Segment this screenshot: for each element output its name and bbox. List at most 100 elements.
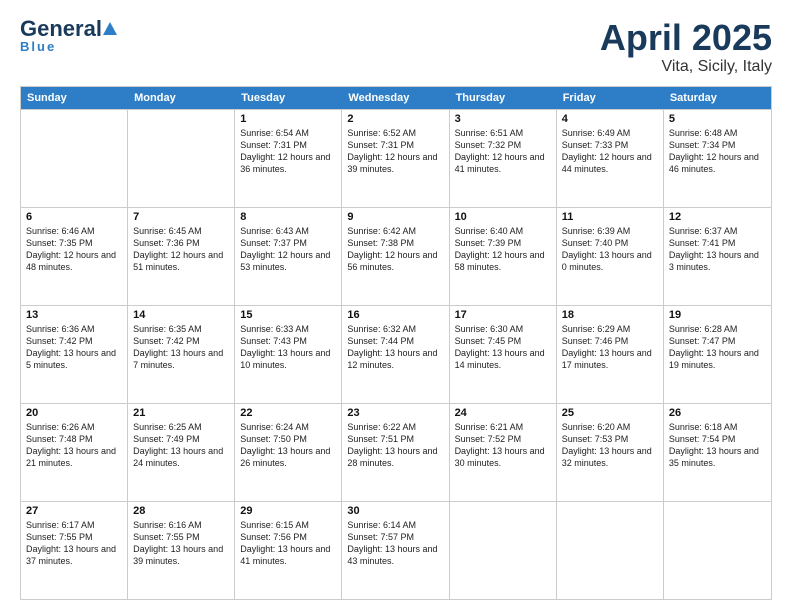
cal-cell: 29 Sunrise: 6:15 AM Sunset: 7:56 PM Dayli… (235, 502, 342, 599)
header-day-tuesday: Tuesday (235, 87, 342, 109)
cal-cell: 23Sunrise: 6:22 AM Sunset: 7:51 PM Dayli… (342, 404, 449, 501)
day-number: 29 (240, 505, 336, 517)
cal-cell: 17Sunrise: 6:30 AM Sunset: 7:45 PM Dayli… (450, 306, 557, 403)
cal-cell: 9Sunrise: 6:42 AM Sunset: 7:38 PM Daylig… (342, 208, 449, 305)
day-info: Sunrise: 6:37 AM Sunset: 7:41 PM Dayligh… (669, 225, 766, 274)
week-row-2: 13Sunrise: 6:36 AM Sunset: 7:42 PM Dayli… (21, 305, 771, 403)
cal-cell: 8 Sunrise: 6:43 AM Sunset: 7:37 PM Daylig… (235, 208, 342, 305)
day-info: Sunrise: 6:25 AM Sunset: 7:49 PM Dayligh… (133, 421, 229, 470)
day-info: Sunrise: 6:26 AM Sunset: 7:48 PM Dayligh… (26, 421, 122, 470)
cal-cell: 27 Sunrise: 6:17 AM Sunset: 7:55 PM Dayli… (21, 502, 128, 599)
day-info: Sunrise: 6:52 AM Sunset: 7:31 PM Dayligh… (347, 127, 443, 176)
day-number: 10 (455, 211, 551, 223)
week-row-4: 27 Sunrise: 6:17 AM Sunset: 7:55 PM Dayli… (21, 501, 771, 599)
cal-cell: 24 Sunrise: 6:21 AM Sunset: 7:52 PM Dayli… (450, 404, 557, 501)
day-info: Sunrise: 6:49 AM Sunset: 7:33 PM Dayligh… (562, 127, 658, 176)
calendar: SundayMondayTuesdayWednesdayThursdayFrid… (20, 86, 772, 600)
cal-cell: 26Sunrise: 6:18 AM Sunset: 7:54 PM Dayli… (664, 404, 771, 501)
day-number: 25 (562, 407, 658, 419)
cal-cell: 30Sunrise: 6:14 AM Sunset: 7:57 PM Dayli… (342, 502, 449, 599)
day-number: 24 (455, 407, 551, 419)
day-number: 7 (133, 211, 229, 223)
logo: General Blue (20, 18, 118, 53)
cal-cell: 1Sunrise: 6:54 AM Sunset: 7:31 PM Daylig… (235, 110, 342, 207)
day-info: Sunrise: 6:21 AM Sunset: 7:52 PM Dayligh… (455, 421, 551, 470)
day-info: Sunrise: 6:17 AM Sunset: 7:55 PM Dayligh… (26, 519, 122, 568)
cal-cell: 21 Sunrise: 6:25 AM Sunset: 7:49 PM Dayli… (128, 404, 235, 501)
location: Vita, Sicily, Italy (600, 58, 772, 76)
day-number: 27 (26, 505, 122, 517)
day-info: Sunrise: 6:40 AM Sunset: 7:39 PM Dayligh… (455, 225, 551, 274)
cal-cell (664, 502, 771, 599)
cal-cell: 28 Sunrise: 6:16 AM Sunset: 7:55 PM Dayli… (128, 502, 235, 599)
calendar-header: SundayMondayTuesdayWednesdayThursdayFrid… (21, 87, 771, 109)
logo-blue: Blue (20, 40, 118, 53)
day-number: 11 (562, 211, 658, 223)
day-number: 20 (26, 407, 122, 419)
cal-cell: 3 Sunrise: 6:51 AM Sunset: 7:32 PM Daylig… (450, 110, 557, 207)
day-number: 13 (26, 309, 122, 321)
cal-cell: 22Sunrise: 6:24 AM Sunset: 7:50 PM Dayli… (235, 404, 342, 501)
header-day-thursday: Thursday (450, 87, 557, 109)
title-block: April 2025 Vita, Sicily, Italy (600, 18, 772, 76)
header-day-friday: Friday (557, 87, 664, 109)
day-number: 17 (455, 309, 551, 321)
day-info: Sunrise: 6:32 AM Sunset: 7:44 PM Dayligh… (347, 323, 443, 372)
cal-cell (21, 110, 128, 207)
header-day-monday: Monday (128, 87, 235, 109)
header-day-sunday: Sunday (21, 87, 128, 109)
day-number: 23 (347, 407, 443, 419)
cal-cell: 12 Sunrise: 6:37 AM Sunset: 7:41 PM Dayli… (664, 208, 771, 305)
day-number: 28 (133, 505, 229, 517)
cal-cell: 15 Sunrise: 6:33 AM Sunset: 7:43 PM Dayli… (235, 306, 342, 403)
day-info: Sunrise: 6:28 AM Sunset: 7:47 PM Dayligh… (669, 323, 766, 372)
month-year: April 2025 (600, 18, 772, 58)
day-info: Sunrise: 6:43 AM Sunset: 7:37 PM Dayligh… (240, 225, 336, 274)
day-info: Sunrise: 6:16 AM Sunset: 7:55 PM Dayligh… (133, 519, 229, 568)
cal-cell: 16 Sunrise: 6:32 AM Sunset: 7:44 PM Dayli… (342, 306, 449, 403)
day-info: Sunrise: 6:24 AM Sunset: 7:50 PM Dayligh… (240, 421, 336, 470)
day-info: Sunrise: 6:39 AM Sunset: 7:40 PM Dayligh… (562, 225, 658, 274)
cal-cell: 13Sunrise: 6:36 AM Sunset: 7:42 PM Dayli… (21, 306, 128, 403)
day-info: Sunrise: 6:33 AM Sunset: 7:43 PM Dayligh… (240, 323, 336, 372)
day-info: Sunrise: 6:35 AM Sunset: 7:42 PM Dayligh… (133, 323, 229, 372)
day-number: 8 (240, 211, 336, 223)
cal-cell: 25 Sunrise: 6:20 AM Sunset: 7:53 PM Dayli… (557, 404, 664, 501)
day-number: 15 (240, 309, 336, 321)
cal-cell: 2 Sunrise: 6:52 AM Sunset: 7:31 PM Daylig… (342, 110, 449, 207)
cal-cell: 7Sunrise: 6:45 AM Sunset: 7:36 PM Daylig… (128, 208, 235, 305)
day-info: Sunrise: 6:54 AM Sunset: 7:31 PM Dayligh… (240, 127, 336, 176)
week-row-1: 6Sunrise: 6:46 AM Sunset: 7:35 PM Daylig… (21, 207, 771, 305)
cal-cell (128, 110, 235, 207)
day-number: 21 (133, 407, 229, 419)
page: General Blue April 2025 Vita, Sicily, It… (0, 0, 792, 612)
day-number: 16 (347, 309, 443, 321)
header-day-saturday: Saturday (664, 87, 771, 109)
day-number: 19 (669, 309, 766, 321)
day-number: 12 (669, 211, 766, 223)
day-info: Sunrise: 6:51 AM Sunset: 7:32 PM Dayligh… (455, 127, 551, 176)
cal-cell: 14Sunrise: 6:35 AM Sunset: 7:42 PM Dayli… (128, 306, 235, 403)
cal-cell: 4 Sunrise: 6:49 AM Sunset: 7:33 PM Daylig… (557, 110, 664, 207)
day-number: 26 (669, 407, 766, 419)
day-number: 4 (562, 113, 658, 125)
day-info: Sunrise: 6:29 AM Sunset: 7:46 PM Dayligh… (562, 323, 658, 372)
cal-cell: 18Sunrise: 6:29 AM Sunset: 7:46 PM Dayli… (557, 306, 664, 403)
cal-cell: 6Sunrise: 6:46 AM Sunset: 7:35 PM Daylig… (21, 208, 128, 305)
day-number: 5 (669, 113, 766, 125)
logo-general: General (20, 16, 102, 41)
week-row-3: 20 Sunrise: 6:26 AM Sunset: 7:48 PM Dayli… (21, 403, 771, 501)
day-info: Sunrise: 6:46 AM Sunset: 7:35 PM Dayligh… (26, 225, 122, 274)
header-day-wednesday: Wednesday (342, 87, 449, 109)
cal-cell: 5 Sunrise: 6:48 AM Sunset: 7:34 PM Daylig… (664, 110, 771, 207)
day-number: 3 (455, 113, 551, 125)
day-info: Sunrise: 6:20 AM Sunset: 7:53 PM Dayligh… (562, 421, 658, 470)
cal-cell: 19 Sunrise: 6:28 AM Sunset: 7:47 PM Dayli… (664, 306, 771, 403)
calendar-body: 1Sunrise: 6:54 AM Sunset: 7:31 PM Daylig… (21, 109, 771, 599)
day-info: Sunrise: 6:15 AM Sunset: 7:56 PM Dayligh… (240, 519, 336, 568)
day-number: 2 (347, 113, 443, 125)
cal-cell: 20 Sunrise: 6:26 AM Sunset: 7:48 PM Dayli… (21, 404, 128, 501)
day-info: Sunrise: 6:48 AM Sunset: 7:34 PM Dayligh… (669, 127, 766, 176)
logo-text-block: General Blue (20, 18, 118, 53)
day-info: Sunrise: 6:42 AM Sunset: 7:38 PM Dayligh… (347, 225, 443, 274)
